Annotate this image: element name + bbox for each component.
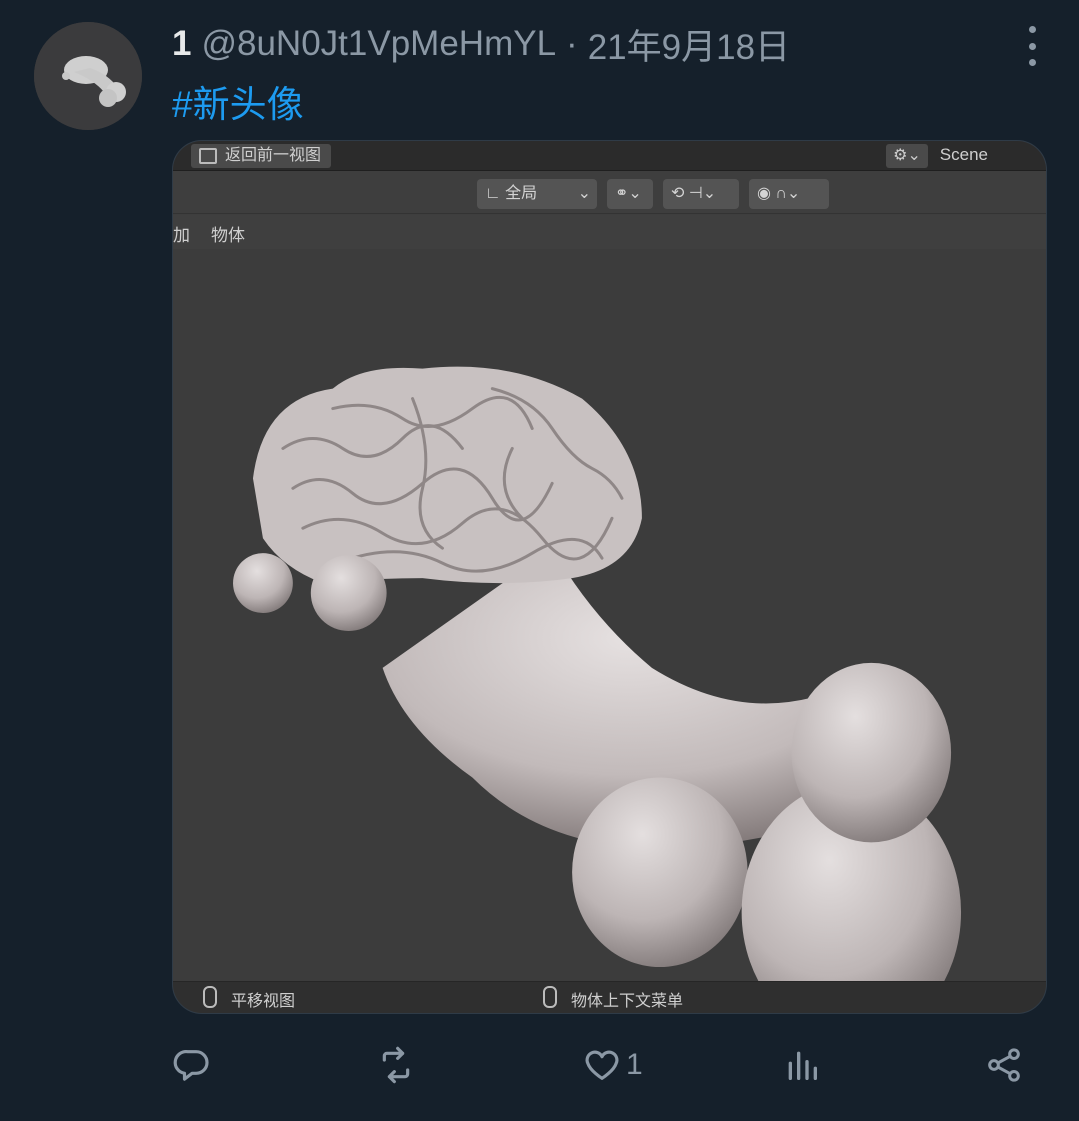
like-count: 1	[626, 1048, 643, 1081]
reply-icon	[173, 1049, 209, 1081]
retweet-icon	[382, 1046, 410, 1084]
menu-object: 物体	[211, 226, 245, 245]
separator-dot: ·	[566, 24, 578, 63]
analytics-button[interactable]	[782, 1040, 822, 1090]
scene-label: Scene	[939, 145, 988, 164]
reply-button[interactable]	[172, 1040, 212, 1090]
sculpt-model	[233, 366, 962, 981]
mouse-icon	[203, 986, 217, 1008]
share-icon	[988, 1048, 1020, 1082]
tweet-media-image[interactable]: 返回前一视图 ⚙⌄ Scene ∟ 全局 ⌄ ⚭⌄ ⟲ ⊣⌄ ◉ ∩⌄ 加 物体	[172, 140, 1047, 1014]
orientation-label: 全局	[505, 185, 538, 202]
back-view-icon	[199, 148, 217, 164]
scene-selector-icon: ⚙⌄	[886, 144, 928, 168]
blender-status-bar: 平移视图 物体上下文菜单	[173, 981, 1046, 1013]
tweet-header: 1 @8uN0Jt1VpMeHmYL · 21年9月18日	[172, 20, 790, 68]
user-handle[interactable]: @8uN0Jt1VpMeHmYL	[201, 24, 556, 64]
avatar-image	[34, 22, 142, 130]
orientation-icon: ∟	[485, 185, 506, 202]
transform-orientation-dropdown: ∟ 全局 ⌄	[477, 179, 597, 209]
tweet-date[interactable]: 21年9月18日	[588, 19, 790, 70]
avatar[interactable]	[34, 22, 142, 130]
proportional-edit-icon: ◉ ∩⌄	[749, 179, 829, 209]
retweet-button[interactable]	[376, 1040, 416, 1090]
3d-viewport	[173, 249, 1046, 981]
back-view-button: 返回前一视图	[191, 144, 332, 168]
status-context-menu: 物体上下文菜单	[543, 986, 684, 1011]
status-pan-label: 平移视图	[231, 993, 296, 1010]
hashtag-link[interactable]: #新头像	[172, 74, 304, 128]
pivot-icon: ⚭⌄	[607, 179, 653, 209]
back-view-label: 返回前一视图	[225, 147, 322, 164]
blender-header-tools: ∟ 全局 ⌄ ⚭⌄ ⟲ ⊣⌄ ◉ ∩⌄	[173, 172, 1046, 214]
blender-menu-bar: 加 物体	[173, 215, 1046, 249]
status-pan-view: 平移视图	[203, 986, 296, 1011]
like-button[interactable]: 1	[582, 1040, 643, 1090]
blender-top-bar: 返回前一视图 ⚙⌄ Scene	[173, 141, 1046, 171]
display-name[interactable]: 1	[172, 24, 191, 64]
more-vertical-icon[interactable]	[1021, 26, 1043, 66]
chevron-down-icon: ⌄	[577, 185, 591, 202]
heart-icon	[585, 1050, 619, 1080]
status-context-label: 物体上下文菜单	[571, 993, 684, 1010]
tweet-actions: 1	[172, 1040, 1032, 1090]
mouse-icon	[543, 986, 557, 1008]
share-button[interactable]	[984, 1040, 1024, 1090]
snap-icon: ⟲ ⊣⌄	[663, 179, 739, 209]
menu-add: 加	[173, 226, 190, 245]
analytics-icon	[788, 1051, 817, 1080]
